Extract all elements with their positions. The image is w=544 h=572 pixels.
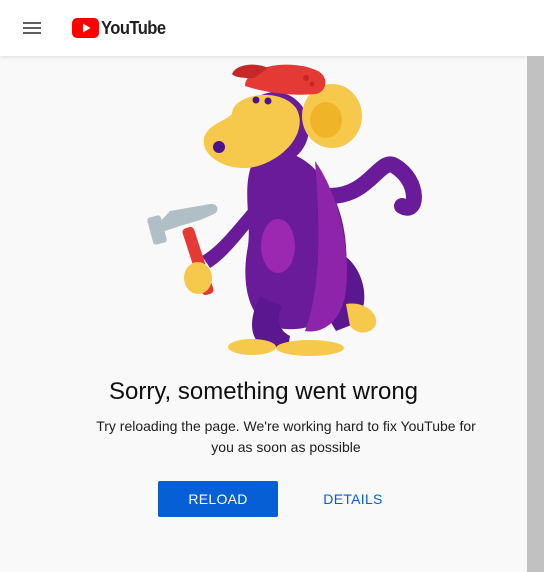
error-title: Sorry, something went wrong xyxy=(108,378,419,405)
guide-menu-button[interactable] xyxy=(20,16,44,40)
monkey-with-hammer-illustration xyxy=(147,64,422,356)
logo-text: YouTube xyxy=(101,17,166,38)
youtube-logo-link[interactable]: YouTube xyxy=(72,17,171,39)
error-message: Try reloading the page. We're working ha… xyxy=(96,418,476,455)
reload-button[interactable]: RELOAD xyxy=(158,481,278,517)
hamburger-menu-icon xyxy=(23,22,41,34)
masthead: YouTube xyxy=(0,0,527,56)
vertical-scrollbar[interactable] xyxy=(527,0,544,572)
error-page: YouTube Sorry, something went wrong Try … xyxy=(0,0,544,572)
details-button[interactable]: DETAILS xyxy=(306,481,400,517)
scrollbar-top-area xyxy=(527,0,544,56)
youtube-play-logo-icon xyxy=(72,18,99,38)
